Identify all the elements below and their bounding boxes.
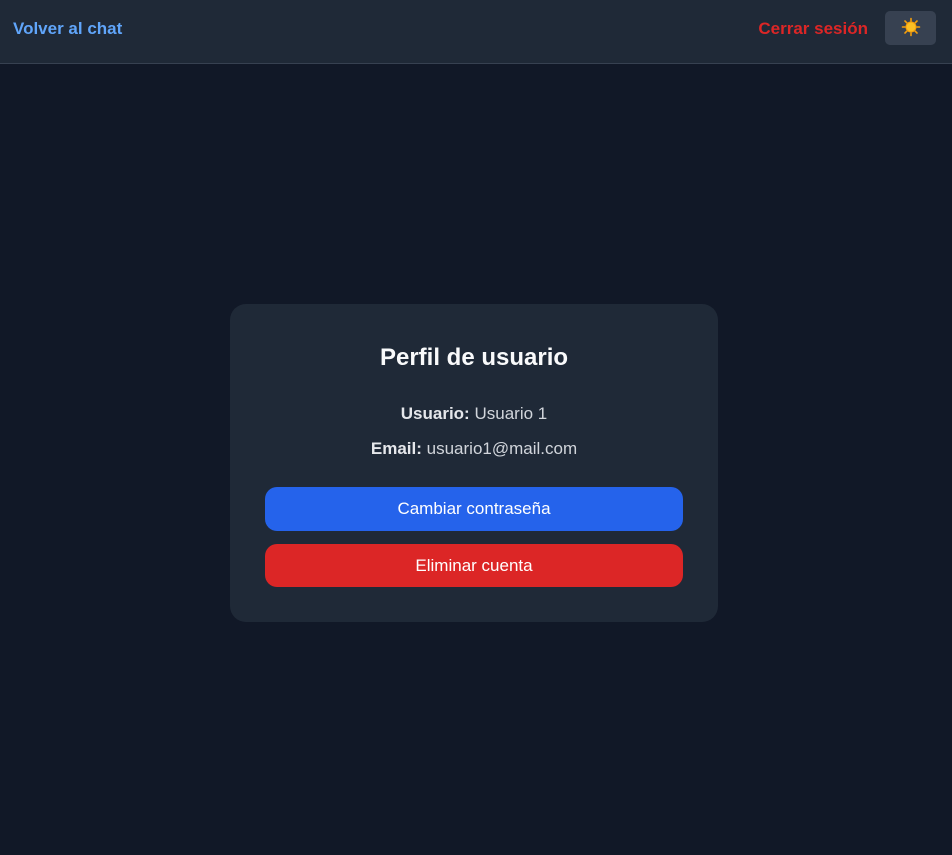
email-label: Email: xyxy=(370,439,422,458)
back-to-chat-link[interactable]: Volver al chat xyxy=(13,18,122,40)
page-title: Perfil de usuario xyxy=(379,344,569,371)
change-password-button[interactable]: Cambiar contraseña xyxy=(265,487,683,531)
delete-account-button[interactable]: Eliminar cuenta xyxy=(265,544,683,587)
username-row: Usuario: Usuario 1 xyxy=(230,403,718,425)
theme-toggle-button[interactable] xyxy=(885,11,936,45)
top-navbar: Volver al chat Cerrar sesión xyxy=(0,0,952,64)
username-label: Usuario: xyxy=(400,404,470,423)
profile-card: Perfil de usuario Usuario: Usuario 1 Ema… xyxy=(230,304,718,622)
username-value: Usuario 1 xyxy=(474,404,548,423)
email-row: Email: usuario1@mail.com xyxy=(230,438,718,460)
sun-icon xyxy=(901,17,921,40)
email-value: usuario1@mail.com xyxy=(426,439,578,458)
logout-link[interactable]: Cerrar sesión xyxy=(758,18,868,40)
